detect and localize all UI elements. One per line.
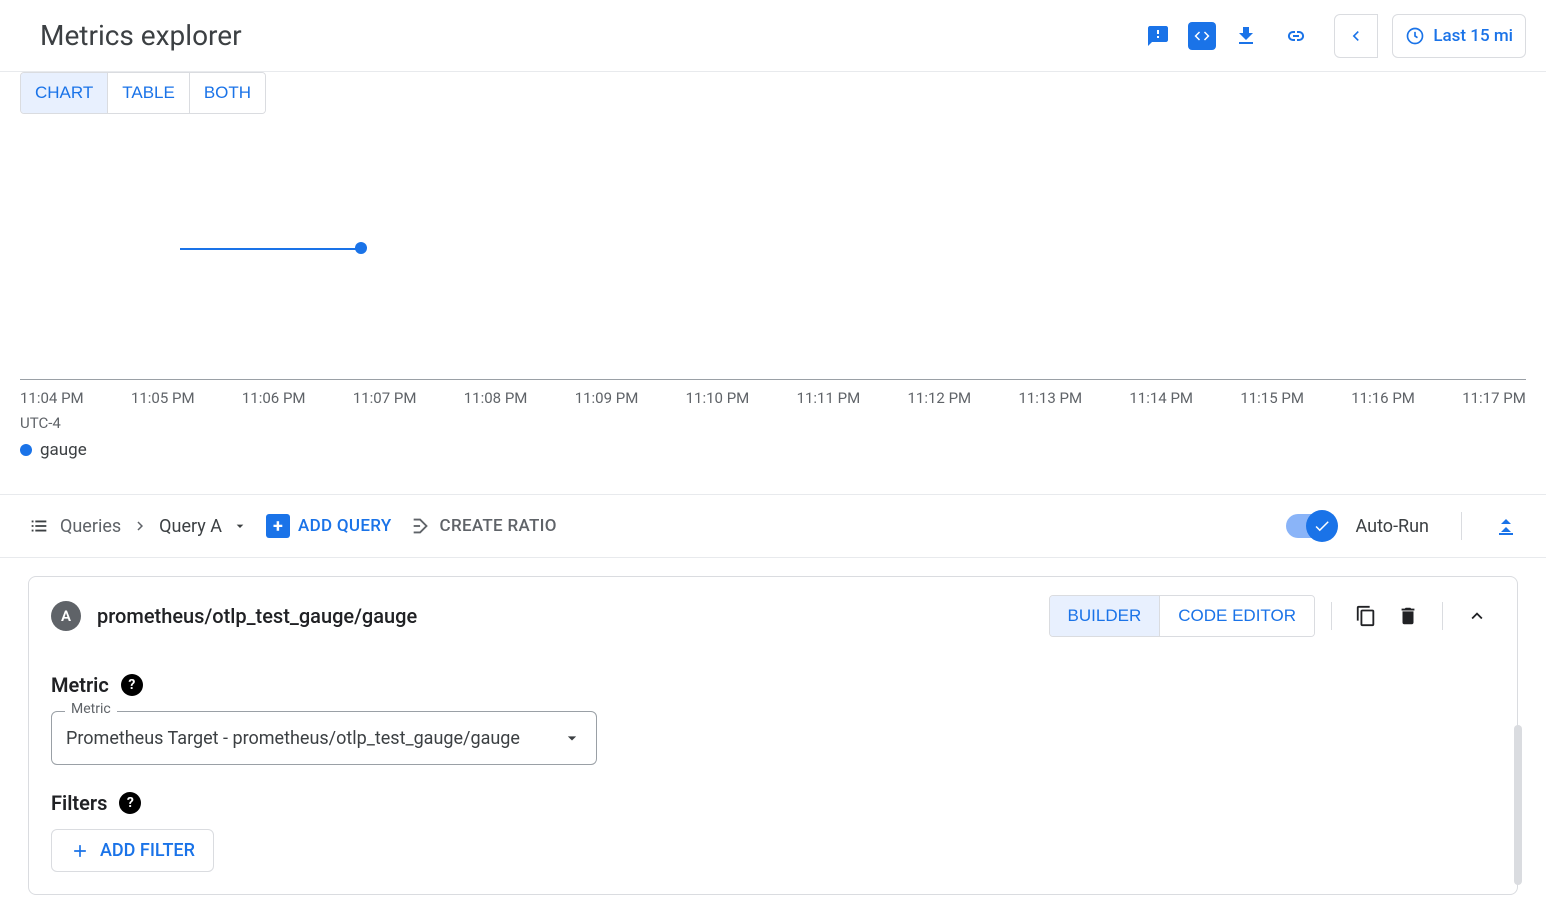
chevron-up-icon [1466, 605, 1488, 627]
metric-section-label: Metric ? [51, 673, 1495, 697]
metric-label: Metric [51, 673, 109, 697]
copy-icon [1355, 605, 1377, 627]
auto-run-label: Auto-Run [1356, 516, 1429, 537]
download-icon[interactable] [1226, 16, 1266, 56]
x-tick: 11:09 PM [575, 389, 639, 407]
mode-builder[interactable]: BUILDER [1050, 596, 1161, 636]
x-tick: 11:04 PM [20, 389, 84, 407]
collapse-all-button[interactable] [1494, 514, 1518, 538]
panel-body: Metric ? Metric Prometheus Target - prom… [29, 655, 1517, 894]
query-panel: A prometheus/otlp_test_gauge/gauge BUILD… [28, 576, 1518, 895]
filters-label: Filters [51, 791, 107, 815]
caret-down-icon [232, 518, 248, 534]
toggle-knob [1306, 510, 1338, 542]
add-query-button[interactable]: + ADD QUERY [266, 514, 392, 538]
metric-field-wrap: Metric Prometheus Target - prometheus/ot… [51, 711, 597, 765]
divider [1442, 602, 1443, 630]
feedback-icon[interactable] [1138, 16, 1178, 56]
add-query-label: ADD QUERY [298, 516, 392, 536]
help-icon[interactable]: ? [121, 674, 143, 696]
queries-toolbar: Queries Query A + ADD QUERY CREATE RATIO… [0, 494, 1546, 558]
legend-label: gauge [40, 440, 87, 460]
link-icon[interactable] [1276, 16, 1316, 56]
chevron-right-icon [131, 517, 149, 535]
breadcrumb-current: Query A [159, 516, 222, 537]
metric-select[interactable]: Prometheus Target - prometheus/otlp_test… [51, 711, 597, 765]
metric-value: Prometheus Target - prometheus/otlp_test… [66, 728, 520, 749]
query-badge: A [51, 601, 81, 631]
create-ratio-label: CREATE RATIO [440, 516, 557, 536]
time-range-label: Last 15 mi [1433, 26, 1513, 46]
prev-time-button[interactable] [1334, 14, 1378, 58]
trash-icon [1397, 605, 1419, 627]
scrollbar[interactable] [1514, 725, 1522, 885]
panel-header: A prometheus/otlp_test_gauge/gauge BUILD… [29, 577, 1517, 655]
x-tick: 11:11 PM [797, 389, 861, 407]
breadcrumb[interactable]: Queries Query A [28, 515, 248, 537]
divider [1331, 602, 1332, 630]
query-title: prometheus/otlp_test_gauge/gauge [97, 604, 417, 628]
toolbar-left: Queries Query A + ADD QUERY CREATE RATIO [28, 514, 557, 538]
series-line [180, 248, 360, 250]
add-filter-button[interactable]: ADD FILTER [51, 829, 214, 872]
collapse-icon [1494, 514, 1518, 538]
collapse-panel-button[interactable] [1459, 598, 1495, 634]
header: Metrics explorer Last 15 mi [0, 0, 1546, 72]
merge-icon [410, 515, 432, 537]
x-tick: 11:08 PM [464, 389, 528, 407]
view-mode-segment: CHART TABLE BOTH [20, 72, 266, 114]
series-point [355, 242, 367, 254]
editor-mode-segment: BUILDER CODE EDITOR [1049, 595, 1315, 637]
code-icon[interactable] [1188, 22, 1216, 50]
check-icon [1313, 517, 1331, 535]
header-actions: Last 15 mi [1138, 14, 1526, 58]
x-tick: 11:12 PM [908, 389, 972, 407]
timezone-label: UTC-4 [20, 414, 1546, 432]
metric-field-floating-label: Metric [65, 701, 117, 717]
breadcrumb-root: Queries [60, 516, 121, 537]
panel-header-right: BUILDER CODE EDITOR [1049, 595, 1495, 637]
caret-down-icon [562, 728, 582, 748]
chart: 6 5 4 11:04 PM11:05 PM11:06 PM11:07 PM11… [20, 120, 1526, 380]
time-range-button[interactable]: Last 15 mi [1392, 14, 1526, 58]
list-icon [28, 515, 50, 537]
legend-swatch [20, 444, 32, 456]
create-ratio-button[interactable]: CREATE RATIO [410, 515, 557, 537]
x-tick: 11:06 PM [242, 389, 306, 407]
page-title: Metrics explorer [40, 19, 242, 52]
x-tick: 11:10 PM [686, 389, 750, 407]
x-tick: 11:05 PM [131, 389, 195, 407]
mode-code-editor[interactable]: CODE EDITOR [1160, 596, 1314, 636]
x-tick: 11:16 PM [1351, 389, 1415, 407]
plus-icon: + [266, 514, 290, 538]
auto-run-toggle[interactable] [1286, 514, 1334, 538]
filters-section-label: Filters ? [51, 791, 1495, 815]
tab-table[interactable]: TABLE [108, 73, 190, 113]
divider [1461, 512, 1462, 540]
toolbar-right: Auto-Run [1286, 512, 1518, 540]
x-tick: 11:14 PM [1129, 389, 1193, 407]
legend: gauge [20, 440, 1546, 460]
x-axis: 11:04 PM 11:05 PM 11:06 PM 11:07 PM 11:08 PM… [20, 389, 1526, 407]
clock-icon [1405, 26, 1425, 46]
help-icon[interactable]: ? [119, 792, 141, 814]
duplicate-button[interactable] [1348, 598, 1384, 634]
delete-button[interactable] [1390, 598, 1426, 634]
x-tick: 11:15 PM [1240, 389, 1304, 407]
panel-header-left: A prometheus/otlp_test_gauge/gauge [51, 601, 417, 631]
tab-both[interactable]: BOTH [190, 73, 265, 113]
tab-chart[interactable]: CHART [21, 73, 108, 113]
x-tick: 11:13 PM [1018, 389, 1082, 407]
x-tick: 11:07 PM [353, 389, 417, 407]
x-tick: 11:17 PM [1462, 389, 1526, 407]
view-tabs-row: CHART TABLE BOTH [0, 72, 1546, 120]
